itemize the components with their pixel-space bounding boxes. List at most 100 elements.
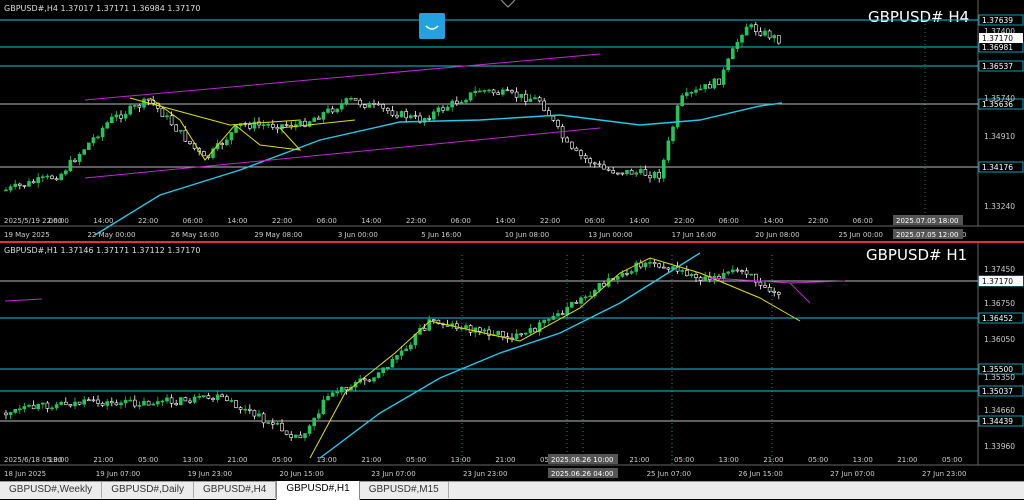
- cursor-time-label: 2025.07.05 12:00: [896, 231, 958, 239]
- candle-body: [408, 115, 413, 119]
- candle-body: [307, 425, 312, 434]
- candle-body: [441, 107, 445, 111]
- candle-body: [422, 328, 427, 331]
- time-tick-label: 14:00: [227, 217, 247, 225]
- candle-body: [40, 402, 45, 405]
- candle-body: [298, 120, 303, 125]
- candle-body: [174, 403, 178, 406]
- tab-h4[interactable]: GBPUSD#,H4: [194, 482, 277, 498]
- time-tick-label: 22:00: [808, 217, 828, 225]
- h4-chart-canvas[interactable]: GBPUSD#,H4 1.37017 1.37171 1.36984 1.371…: [0, 0, 1024, 242]
- cursor-time-label: 2025.06.26 04:00: [551, 470, 613, 478]
- candle-body: [40, 176, 45, 179]
- candle-body: [468, 92, 473, 101]
- candle-body: [740, 34, 744, 43]
- candle-body: [312, 117, 317, 122]
- candle-body: [96, 136, 100, 139]
- date-tick-label: 17 Jun 16:00: [672, 231, 716, 239]
- candle-body: [588, 295, 593, 298]
- candle-body: [183, 397, 188, 402]
- h1-chart-canvas[interactable]: GBPUSD#,H1 1.37146 1.37171 1.37112 1.371…: [0, 243, 1024, 481]
- candle-body: [312, 417, 317, 427]
- time-tick-label: 05:00: [406, 456, 426, 464]
- candle-body: [284, 124, 289, 126]
- candle-body: [326, 108, 330, 113]
- chart-app-icon[interactable]: [419, 13, 445, 39]
- time-tick-label: 13:00: [853, 456, 873, 464]
- candle-body: [146, 98, 151, 101]
- candle-body: [744, 270, 749, 275]
- candle-body: [362, 378, 367, 381]
- candle-body: [721, 69, 726, 85]
- tab-h1[interactable]: GBPUSD#,H1: [276, 481, 360, 500]
- candle-body: [385, 366, 390, 369]
- candle-body: [211, 398, 215, 400]
- candle-body: [36, 177, 41, 184]
- date-tick-label: 10 Jun 08:00: [505, 231, 549, 239]
- collapse-arrow-icon[interactable]: [500, 0, 516, 8]
- candle-body: [128, 399, 132, 402]
- candle-body: [151, 403, 155, 406]
- candle-body: [174, 124, 178, 132]
- candle-body: [13, 183, 17, 187]
- date-tick-label: 26 May 16:00: [171, 231, 219, 239]
- candle-body: [730, 48, 735, 60]
- candle-body: [744, 26, 749, 36]
- tab-daily[interactable]: GBPUSD#,Daily: [102, 482, 194, 498]
- candle-body: [381, 104, 386, 109]
- candle-body: [454, 100, 459, 104]
- candle-body: [4, 189, 8, 192]
- candle-body: [772, 35, 777, 39]
- candle-body: [266, 124, 271, 126]
- candle-body: [514, 333, 519, 339]
- candle-body: [625, 169, 629, 174]
- h1-chart-pane[interactable]: GBPUSD#,H1 1.37146 1.37171 1.37112 1.371…: [0, 243, 1024, 481]
- candle-body: [620, 272, 625, 277]
- candle-body: [330, 392, 335, 397]
- candle-body: [8, 412, 13, 416]
- candle-body: [408, 344, 413, 350]
- candle-body: [100, 403, 105, 406]
- time-tick-label: 05:00: [138, 456, 158, 464]
- candle-body: [698, 277, 703, 281]
- candle-body: [556, 313, 560, 317]
- date-tick-label: 23 Jun 23:00: [463, 470, 507, 478]
- candle-body: [399, 111, 404, 118]
- candle-body: [634, 172, 639, 175]
- h4-chart-pane[interactable]: GBPUSD#,H4 1.37017 1.37171 1.36984 1.371…: [0, 0, 1024, 242]
- candle-body: [22, 185, 27, 187]
- date-tick-label: 27 Jun 23:00: [922, 470, 966, 478]
- candle-body: [689, 91, 694, 94]
- tab-weekly[interactable]: GBPUSD#,Weekly: [0, 482, 103, 498]
- channel-line: [4, 298, 43, 302]
- candle-body: [404, 348, 409, 352]
- time-tick-label: 05:00: [942, 456, 962, 464]
- candle-body: [257, 413, 261, 417]
- candle-body: [179, 397, 183, 406]
- candle-body: [169, 397, 174, 404]
- candle-body: [763, 30, 767, 36]
- candle-body: [390, 359, 395, 368]
- tab-m15[interactable]: GBPUSD#,M15: [360, 482, 449, 498]
- candle-body: [298, 434, 303, 439]
- candle-body: [284, 430, 289, 435]
- candle-body: [542, 100, 547, 111]
- candle-body: [487, 89, 491, 92]
- candle-body: [165, 397, 169, 402]
- candle-body: [625, 272, 629, 275]
- h1-chart-title: GBPUSD# H1: [866, 246, 967, 264]
- candle-body: [399, 350, 404, 356]
- candle-body: [349, 97, 353, 100]
- candle-body: [546, 319, 551, 321]
- candle-body: [629, 169, 634, 175]
- candle-body: [275, 126, 280, 130]
- candle-body: [229, 132, 234, 141]
- time-tick-label: 22:00: [138, 217, 158, 225]
- candle-body: [473, 90, 478, 93]
- candle-body: [275, 422, 280, 425]
- candle-body: [64, 401, 68, 405]
- candle-body: [123, 113, 128, 119]
- candle-body: [137, 404, 142, 407]
- candle-body: [248, 124, 252, 129]
- candle-body: [680, 95, 685, 107]
